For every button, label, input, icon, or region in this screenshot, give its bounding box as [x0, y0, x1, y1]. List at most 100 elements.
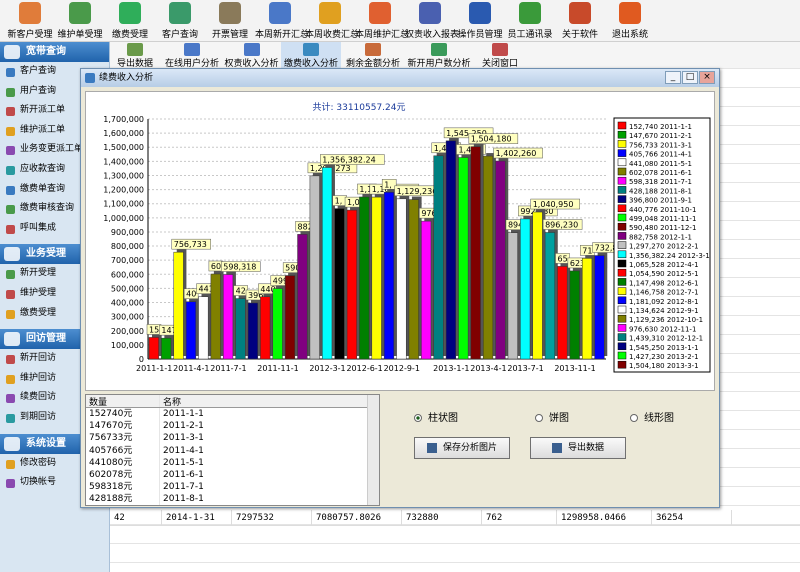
table-row[interactable]: 428188元 2011-8-1 — [86, 493, 379, 505]
minimize-button[interactable]: _ — [665, 71, 681, 84]
pie-chart-icon — [369, 2, 391, 24]
legend-swatch — [617, 250, 627, 259]
data-table: 数量 名称 152740元 2011-1-1 147670元 2011-2-1 7567… — [85, 394, 380, 506]
tool-icon — [431, 43, 447, 56]
legend-swatch — [617, 186, 627, 194]
toolbar-label: 本周收费汇总 — [305, 30, 360, 40]
y-tick-label: 1,600,000 — [103, 129, 144, 138]
menu-item-icon — [6, 459, 15, 469]
cell-name: 2011-3-1 — [163, 433, 204, 444]
close-button[interactable]: × — [699, 71, 715, 84]
bar — [408, 199, 419, 360]
window-title: 续费收入分析 — [99, 73, 154, 83]
toolbar-button[interactable]: 权责收入报表 — [405, 0, 459, 42]
bar — [520, 218, 531, 360]
toolbar-label: 员工通讯录 — [507, 30, 553, 40]
table-row[interactable]: 602078元 2011-6-1 — [86, 468, 379, 482]
bar — [297, 234, 308, 360]
radio-dot-icon — [414, 414, 422, 422]
bar-label: 40 — [186, 290, 196, 299]
report-icon — [419, 2, 441, 24]
sidebar-item-label: 维护回访 — [20, 372, 57, 383]
subtoolbar-button[interactable]: 权责收入分析 — [224, 42, 279, 69]
cell-name: 2011-7-1 — [163, 482, 204, 493]
y-tick-label: 900,000 — [111, 228, 144, 237]
bar — [284, 275, 296, 360]
toolbar-button[interactable]: 本周新开汇总 — [255, 0, 309, 42]
table-row[interactable]: 756733元 2011-3-1 — [86, 432, 379, 445]
col-header-name[interactable]: 名称 — [160, 395, 365, 408]
background-cell: 7080757.8026 — [312, 510, 402, 525]
bar — [346, 209, 357, 360]
tool-icon — [243, 43, 260, 56]
toolbar-button[interactable]: 本周维护汇总 — [355, 0, 409, 42]
sidebar-item-label: 呼叫集成 — [20, 222, 57, 233]
x-tick-label: 2012-6-1 — [346, 364, 382, 373]
subtoolbar-button[interactable]: 缴费收入分析 — [281, 42, 341, 69]
legend-entry: 1,181,092 2012-8-1 — [629, 298, 699, 306]
medal-icon — [319, 2, 341, 24]
legend-swatch — [617, 351, 627, 360]
subtoolbar-button[interactable]: 剩余金额分析 — [343, 42, 403, 69]
table-row[interactable]: 598318元 2011-7-1 — [86, 481, 379, 494]
bar — [544, 232, 556, 360]
sidebar-item-label: 到期回访 — [20, 411, 57, 422]
radio-pie-chart[interactable]: 饼图 — [535, 409, 569, 424]
subtoolbar-button[interactable]: 关闭窗口 — [475, 42, 525, 69]
sidebar-item-label: 修改密码 — [20, 457, 57, 468]
table-row[interactable]: 405766元 2011-4-1 — [86, 444, 379, 457]
radio-line-chart[interactable]: 线形图 — [630, 409, 674, 424]
legend-swatch — [617, 342, 627, 351]
background-table-row[interactable]: 42 2014-1-31 7297532 7080757.8026 732880 762 1… — [110, 510, 800, 526]
menu-item-icon — [6, 68, 15, 77]
cell-name: 2011-1-1 — [163, 409, 204, 419]
table-icon — [519, 2, 541, 24]
col-header-amount[interactable]: 数量 — [86, 395, 160, 408]
save-chart-image-button[interactable]: 保存分析图片 — [414, 437, 510, 459]
sidebar-section-header[interactable]: 宽带查询 — [0, 42, 109, 62]
bar — [272, 288, 283, 360]
toolbar-button[interactable]: 开票管理 — [205, 0, 255, 42]
toolbar-button[interactable]: 新客户受理 — [5, 0, 55, 42]
chart-panel: 共计: 33110557.24元 0 100,000 200,000 300,000 40… — [85, 91, 715, 391]
legend-swatch — [617, 287, 627, 295]
background-cell: 36254 — [652, 510, 732, 525]
toolbar-button[interactable]: 员工通讯录 — [505, 0, 555, 42]
toolbar-button[interactable]: 退出系统 — [605, 0, 655, 42]
toolbar-button[interactable]: 缴费受理 — [105, 0, 155, 42]
toolbar-label: 关于软件 — [561, 30, 598, 40]
chart-title: 共计: 33110557.24元 — [312, 101, 405, 113]
legend-swatch — [617, 324, 627, 332]
subtoolbar-button[interactable]: 新开用户数分析 — [405, 42, 473, 69]
toolbar-button[interactable]: 客户查询 — [155, 0, 205, 42]
legend-swatch — [617, 268, 627, 277]
sidebar-item-label: 新开回访 — [20, 353, 57, 364]
revenue-analysis-window: 续费收入分析 _ □ × 共计: 33110557.24元 0 100,000 200… — [80, 68, 720, 508]
export-data-button[interactable]: 导出数据 — [530, 437, 626, 459]
subtoolbar-button[interactable]: 在线用户分析 — [162, 42, 222, 69]
bar — [161, 337, 172, 360]
bar — [396, 198, 407, 360]
toolbar-button[interactable]: 操作员管理 — [455, 0, 505, 42]
bar — [247, 302, 258, 360]
radio-label: 柱状图 — [428, 413, 458, 424]
x-tick-label: 2013-1-1 — [433, 364, 469, 373]
bar-label: 1,356,382.24 — [322, 156, 375, 165]
toolbar-button[interactable]: 关于软件 — [555, 0, 605, 42]
table-row[interactable]: 441080元 2011-5-1 — [86, 456, 379, 469]
maximize-button[interactable]: □ — [682, 71, 698, 84]
legend-swatch — [617, 158, 627, 167]
subtoolbar-button[interactable]: 导出数据 — [110, 42, 160, 69]
toolbar-button[interactable]: 本周收费汇总 — [305, 0, 360, 42]
table-scrollbar[interactable] — [367, 395, 379, 505]
toolbar-button[interactable]: 维护单受理 — [55, 0, 105, 42]
y-tick-label: 700,000 — [111, 256, 144, 265]
radio-bar-chart[interactable]: 柱状图 — [414, 409, 458, 424]
table-row[interactable]: 152740元 2011-1-1 — [86, 408, 379, 421]
table-row[interactable]: 147670元 2011-2-1 — [86, 420, 379, 433]
legend-entry: 428,188 2011-8-1 — [629, 187, 692, 195]
y-tick-label: 100,000 — [111, 341, 144, 350]
cell-name: 2011-6-1 — [163, 469, 204, 480]
menu-item-icon — [6, 374, 15, 384]
legend-entry: 1,545,250 2013-1-1 — [629, 344, 699, 352]
